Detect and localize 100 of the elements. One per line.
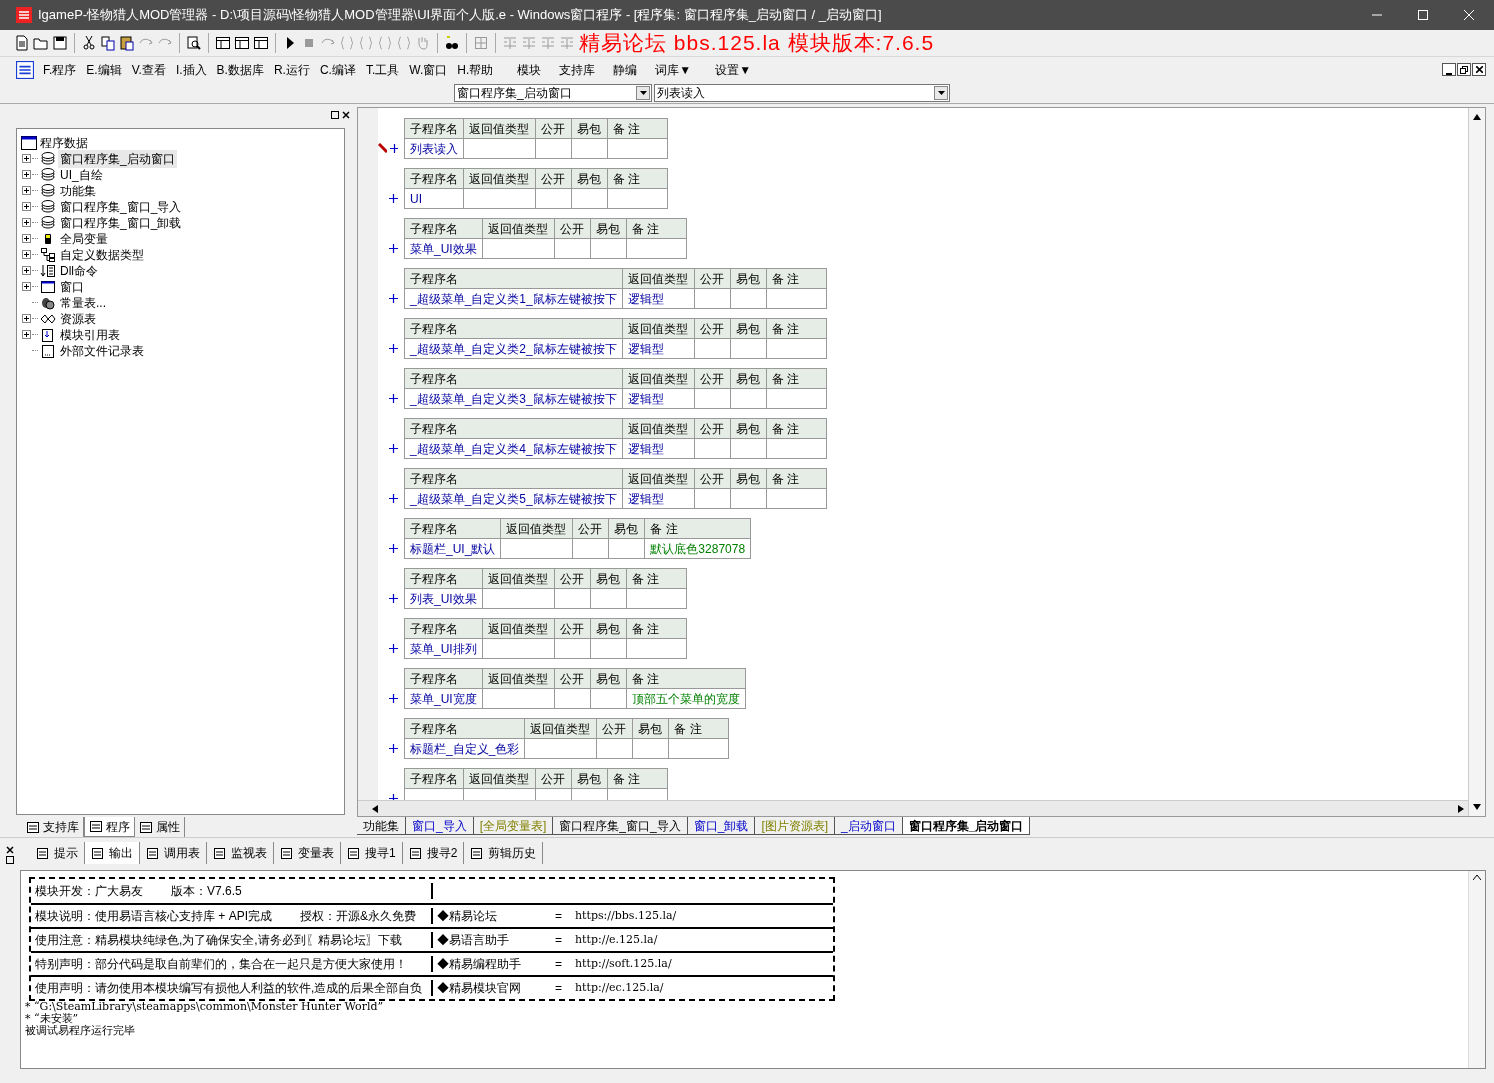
menu-item[interactable]: V.查看: [126, 59, 171, 80]
new-file-icon[interactable]: [14, 35, 30, 51]
dropdown[interactable]: 窗口程序集_启动窗口: [454, 83, 652, 102]
layout-icon[interactable]: [215, 35, 231, 51]
menu-item[interactable]: T.工具: [360, 59, 405, 80]
copy-icon[interactable]: [100, 35, 116, 51]
code-tab[interactable]: [图片资源表]: [755, 817, 836, 835]
panel-tab[interactable]: 搜寻1: [341, 842, 403, 864]
panel-tab[interactable]: 程序: [84, 817, 135, 837]
panel-tab[interactable]: 监视表: [207, 842, 274, 864]
vertical-scrollbar[interactable]: [1468, 108, 1485, 816]
expand-toggle-icon[interactable]: [22, 282, 31, 292]
tree-item[interactable]: 常量表...: [58, 294, 108, 312]
expand-plus-icon[interactable]: [389, 593, 398, 603]
expand-plus-icon[interactable]: [389, 793, 398, 800]
menu-item[interactable]: E.编辑: [81, 59, 127, 80]
expand-toggle-icon[interactable]: [22, 154, 31, 164]
expand-plus-icon[interactable]: [389, 643, 398, 653]
pin-icon[interactable]: [6, 856, 14, 864]
code-tab[interactable]: 窗口程序集_启动窗口: [902, 817, 1031, 835]
pin-icon[interactable]: [330, 110, 340, 120]
menu-item[interactable]: 模块: [512, 59, 547, 80]
tree-item[interactable]: 窗口: [58, 278, 86, 296]
expand-toggle-icon[interactable]: [22, 266, 31, 276]
menu-item[interactable]: H.帮助: [452, 59, 499, 80]
down-arrow-icon[interactable]: [1473, 804, 1481, 810]
expand-plus-icon[interactable]: [389, 743, 398, 753]
save-icon[interactable]: [52, 35, 68, 51]
tree-item[interactable]: Dll命令: [58, 262, 100, 280]
left-arrow-icon[interactable]: [372, 804, 378, 813]
column-header: 备 注: [607, 168, 668, 189]
tree-item[interactable]: 全局变量: [58, 230, 110, 248]
expand-toggle-icon[interactable]: [22, 202, 31, 212]
code-tab[interactable]: 功能集: [357, 817, 406, 835]
expand-plus-icon[interactable]: [389, 193, 398, 203]
tree-item[interactable]: 外部文件记录表: [58, 342, 146, 360]
expand-toggle-icon[interactable]: [22, 218, 31, 228]
expand-toggle-icon[interactable]: [22, 170, 31, 180]
panel-tab[interactable]: 属性: [135, 817, 185, 837]
expand-plus-icon[interactable]: [389, 343, 398, 353]
tree-item[interactable]: 窗口程序集_启动窗口: [58, 150, 177, 168]
expand-plus-icon[interactable]: [389, 393, 398, 403]
binoculars-icon[interactable]: [444, 35, 460, 51]
code-tab[interactable]: 窗口_导入: [406, 817, 474, 835]
expand-plus-icon[interactable]: [389, 543, 398, 553]
panel-tab[interactable]: 调用表: [140, 842, 207, 864]
panel-tab[interactable]: 输出: [85, 842, 140, 864]
tree-item[interactable]: 自定义数据类型: [58, 246, 146, 264]
expand-toggle-icon[interactable]: [22, 314, 31, 324]
expand-plus-icon[interactable]: [389, 293, 398, 303]
panel-tab[interactable]: 剪辑历史: [464, 842, 544, 864]
column-header: 公开: [535, 768, 572, 789]
menu-item[interactable]: R.运行: [268, 59, 315, 80]
tree-item[interactable]: UI_自绘: [58, 166, 105, 184]
restore-button[interactable]: [1457, 63, 1471, 76]
menu-item[interactable]: 词库▼: [650, 59, 697, 80]
panel-tab[interactable]: 变量表: [274, 842, 341, 864]
tree-item[interactable]: 模块引用表: [58, 326, 122, 344]
tree-item[interactable]: 资源表: [58, 310, 98, 328]
code-tab[interactable]: [全局变量表]: [473, 817, 554, 835]
menu-item[interactable]: 支持库: [554, 59, 601, 80]
horizontal-scrollbar[interactable]: [358, 800, 1468, 816]
layout-icon[interactable]: [234, 35, 250, 51]
vertical-scrollbar[interactable]: [1468, 871, 1485, 1068]
paste-icon[interactable]: [119, 35, 135, 51]
close-button[interactable]: [1472, 63, 1486, 76]
panel-tab[interactable]: 搜寻2: [402, 842, 465, 864]
expand-toggle-icon[interactable]: [22, 250, 31, 260]
up-arrow-icon[interactable]: [1473, 114, 1481, 120]
menu-item[interactable]: I.插入: [170, 59, 212, 80]
expand-toggle-icon[interactable]: [22, 234, 31, 244]
menu-item[interactable]: 静编: [608, 59, 643, 80]
minimize-button[interactable]: [1442, 63, 1456, 76]
diagram-icon: [40, 247, 56, 263]
tree-item[interactable]: 功能集: [58, 182, 98, 200]
expand-plus-icon[interactable]: [389, 493, 398, 503]
right-arrow-icon[interactable]: [1458, 804, 1464, 813]
expand-toggle-icon[interactable]: [22, 330, 31, 340]
close-icon[interactable]: [341, 110, 351, 120]
expand-plus-icon[interactable]: [389, 143, 398, 153]
layout-icon[interactable]: [253, 35, 269, 51]
code-tab[interactable]: 窗口_卸载: [687, 817, 756, 835]
close-icon[interactable]: [6, 846, 14, 854]
menu-item[interactable]: F.程序: [38, 59, 82, 80]
menu-item[interactable]: 设置▼: [710, 59, 757, 80]
expand-plus-icon[interactable]: [389, 443, 398, 453]
tree-item[interactable]: 窗口程序集_窗口_导入: [58, 198, 184, 216]
cut-icon[interactable]: [81, 35, 97, 51]
open-folder-icon[interactable]: [33, 35, 49, 51]
dropdown[interactable]: 列表读入: [654, 83, 950, 102]
menu-item[interactable]: W.窗口: [404, 59, 453, 80]
expand-plus-icon[interactable]: [389, 243, 398, 253]
expand-toggle-icon[interactable]: [22, 186, 31, 196]
expand-plus-icon[interactable]: [389, 693, 398, 703]
tree-item[interactable]: 窗口程序集_窗口_卸载: [58, 214, 184, 232]
code-tab[interactable]: 窗口程序集_窗口_导入: [553, 817, 688, 835]
tree-item[interactable]: 程序数据: [40, 134, 88, 152]
menu-item[interactable]: C.编译: [314, 59, 361, 80]
menu-item[interactable]: B.数据库: [211, 59, 269, 80]
code-tab[interactable]: _启动窗口: [835, 817, 903, 835]
